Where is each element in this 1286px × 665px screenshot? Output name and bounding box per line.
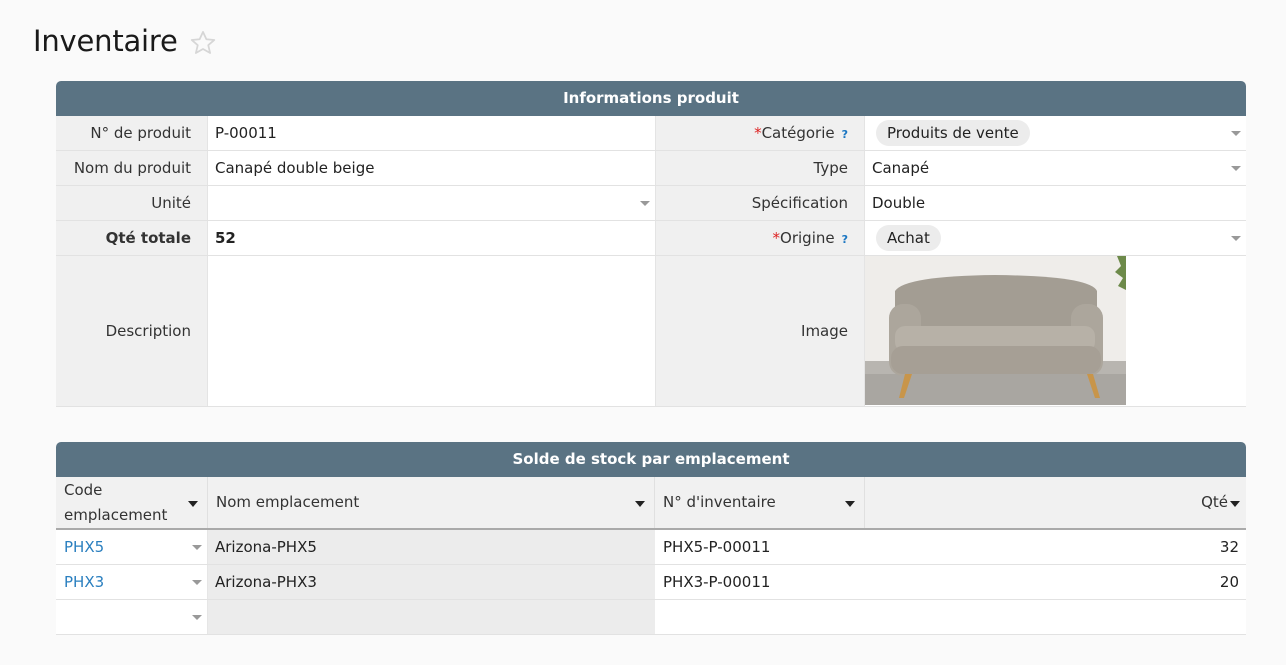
type-label: Type bbox=[655, 151, 865, 185]
product-no-field[interactable]: P-00011 bbox=[208, 116, 655, 150]
unit-select[interactable] bbox=[208, 186, 655, 220]
category-label: * Catégorie? bbox=[655, 116, 865, 150]
column-header-code-label: Code emplacement bbox=[64, 480, 168, 524]
required-mark: * bbox=[754, 124, 762, 142]
image-field[interactable] bbox=[865, 256, 1246, 406]
inventory-no-cell bbox=[655, 600, 865, 634]
column-header-qty-label: Qté bbox=[1201, 493, 1228, 511]
chevron-down-icon[interactable] bbox=[640, 201, 650, 206]
table-row: PHX5 Arizona-PHX5 PHX5-P-00011 32 bbox=[56, 530, 1246, 565]
column-header-inventory-no-label: N° d'inventaire bbox=[663, 493, 776, 511]
total-qty-label: Qté totale bbox=[56, 221, 208, 255]
description-field[interactable] bbox=[208, 256, 655, 406]
image-label: Image bbox=[655, 256, 865, 406]
origin-chip: Achat bbox=[876, 225, 941, 251]
page-title: Inventaire bbox=[33, 24, 217, 58]
product-name-label: Nom du produit bbox=[56, 151, 208, 185]
chevron-down-icon[interactable] bbox=[192, 615, 202, 620]
description-label: Description bbox=[56, 256, 208, 406]
column-header-qty[interactable]: Qté bbox=[865, 477, 1246, 528]
inventory-no-value: PHX5-P-00011 bbox=[663, 538, 771, 556]
inventory-no-cell: PHX3-P-00011 bbox=[655, 565, 865, 599]
column-header-name-label: Nom emplacement bbox=[216, 493, 360, 511]
total-qty-value: 52 bbox=[215, 229, 236, 247]
chevron-down-icon[interactable] bbox=[192, 545, 202, 550]
qty-value: 20 bbox=[1219, 573, 1239, 591]
product-name-field[interactable]: Canapé double beige bbox=[208, 151, 655, 185]
column-header-name[interactable]: Nom emplacement bbox=[208, 477, 655, 528]
table-row: PHX3 Arizona-PHX3 PHX3-P-00011 20 bbox=[56, 565, 1246, 600]
stock-header: Solde de stock par emplacement bbox=[56, 442, 1246, 477]
location-code-link[interactable]: PHX5 bbox=[64, 538, 104, 556]
chevron-down-icon[interactable] bbox=[1231, 166, 1241, 171]
page-title-text: Inventaire bbox=[33, 24, 178, 58]
qty-cell[interactable]: 32 bbox=[865, 530, 1246, 564]
spec-value: Double bbox=[872, 194, 926, 212]
required-mark: * bbox=[772, 229, 781, 247]
stock-panel: Solde de stock par emplacement Code empl… bbox=[56, 442, 1246, 635]
spec-field[interactable]: Double bbox=[865, 186, 1246, 220]
location-name-value: Arizona-PHX3 bbox=[215, 573, 317, 591]
location-name-cell: Arizona-PHX3 bbox=[208, 565, 655, 599]
sofa-image[interactable] bbox=[865, 256, 1126, 405]
origin-label-text: Origine bbox=[780, 229, 835, 247]
column-header-inventory-no[interactable]: N° d'inventaire bbox=[655, 477, 865, 528]
sort-arrow-icon[interactable] bbox=[635, 500, 645, 507]
star-icon[interactable] bbox=[189, 29, 217, 57]
inventory-no-value: PHX3-P-00011 bbox=[663, 573, 771, 591]
row-unit: Unité Spécification Double bbox=[56, 186, 1246, 221]
sort-arrow-icon[interactable] bbox=[845, 500, 855, 507]
category-chip: Produits de vente bbox=[876, 120, 1030, 146]
total-qty-field: 52 bbox=[208, 221, 655, 255]
qty-cell[interactable] bbox=[865, 600, 1246, 634]
type-select[interactable]: Canapé bbox=[865, 151, 1246, 185]
qty-cell[interactable]: 20 bbox=[865, 565, 1246, 599]
location-code-cell[interactable]: PHX3 bbox=[56, 565, 208, 599]
origin-label: * Origine? bbox=[655, 221, 865, 255]
help-icon[interactable]: ? bbox=[842, 128, 848, 141]
location-name-cell bbox=[208, 600, 655, 634]
chevron-down-icon[interactable] bbox=[1231, 131, 1241, 136]
origin-select[interactable]: Achat bbox=[865, 221, 1246, 255]
table-row-empty bbox=[56, 600, 1246, 635]
type-value: Canapé bbox=[872, 159, 930, 177]
stock-table-header: Code emplacement Nom emplacement N° d'in… bbox=[56, 477, 1246, 530]
sort-arrow-icon[interactable] bbox=[1230, 500, 1240, 507]
qty-value: 32 bbox=[1219, 538, 1239, 556]
row-description-image: Description Image bbox=[56, 256, 1246, 407]
unit-label: Unité bbox=[56, 186, 208, 220]
location-code-link[interactable]: PHX3 bbox=[64, 573, 104, 591]
category-select[interactable]: Produits de vente bbox=[865, 116, 1246, 150]
row-product-name: Nom du produit Canapé double beige Type … bbox=[56, 151, 1246, 186]
inventory-no-cell: PHX5-P-00011 bbox=[655, 530, 865, 564]
location-name-cell: Arizona-PHX5 bbox=[208, 530, 655, 564]
chevron-down-icon[interactable] bbox=[1231, 236, 1241, 241]
chevron-down-icon[interactable] bbox=[192, 580, 202, 585]
category-label-text: Catégorie bbox=[761, 124, 835, 142]
sort-arrow-icon[interactable] bbox=[188, 500, 198, 507]
row-product-no: N° de produit P-00011 * Catégorie? Produi… bbox=[56, 116, 1246, 151]
location-code-cell[interactable] bbox=[56, 600, 208, 634]
column-header-code[interactable]: Code emplacement bbox=[56, 477, 208, 528]
product-info-header: Informations produit bbox=[56, 81, 1246, 116]
row-total-qty: Qté totale 52 * Origine? Achat bbox=[56, 221, 1246, 256]
location-code-cell[interactable]: PHX5 bbox=[56, 530, 208, 564]
product-no-value: P-00011 bbox=[215, 124, 277, 142]
spec-label: Spécification bbox=[655, 186, 865, 220]
product-no-label: N° de produit bbox=[56, 116, 208, 150]
location-name-value: Arizona-PHX5 bbox=[215, 538, 317, 556]
help-icon[interactable]: ? bbox=[842, 233, 848, 246]
product-name-value: Canapé double beige bbox=[215, 159, 375, 177]
product-info-panel: Informations produit N° de produit P-000… bbox=[56, 81, 1246, 407]
